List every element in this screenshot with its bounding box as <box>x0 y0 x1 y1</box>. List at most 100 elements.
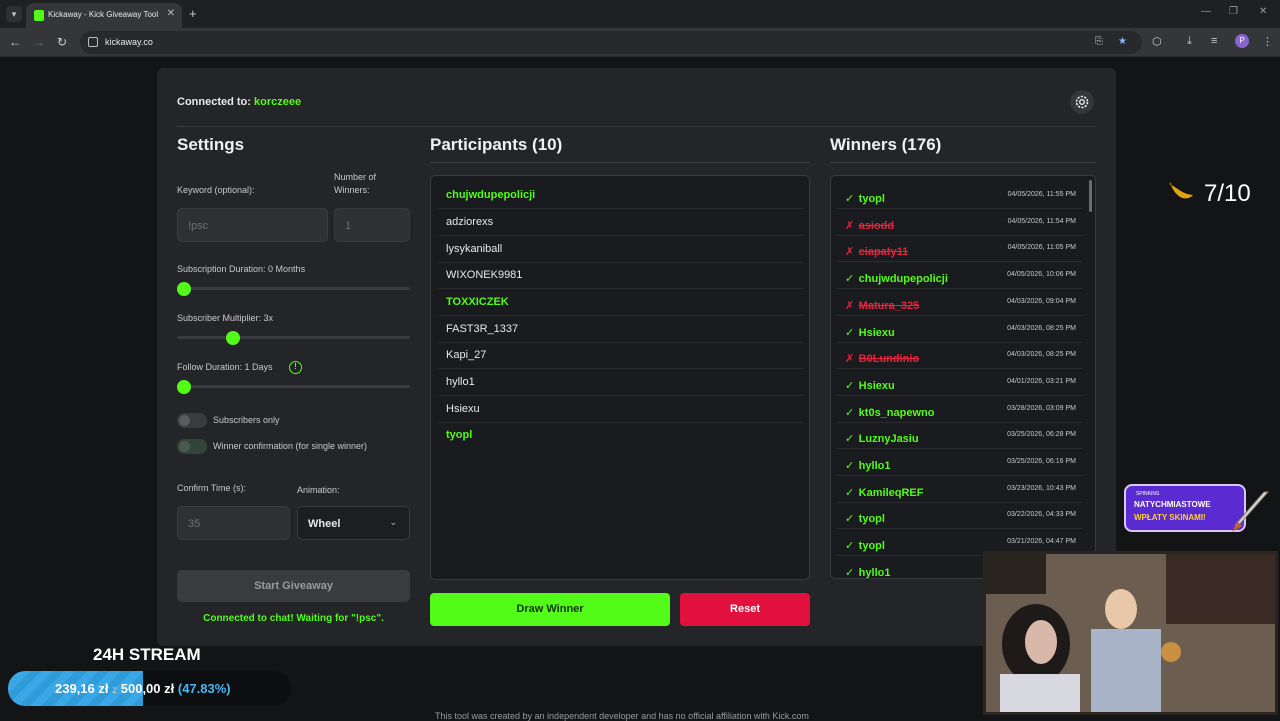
winner-date: 03/23/2026, 10:43 PM <box>1007 484 1076 492</box>
subscription-duration-thumb[interactable] <box>177 282 191 296</box>
winner-row: ✓ tyopl 04/05/2026, 11:55 PM <box>837 182 1082 209</box>
new-tab-icon[interactable]: + <box>189 6 197 21</box>
start-giveaway-button[interactable]: Start Giveaway <box>177 570 410 602</box>
maximize-icon[interactable]: ❐ <box>1229 6 1238 17</box>
chevron-down-icon: ⌄ <box>389 517 397 527</box>
tab-search-icon[interactable]: ▾ <box>6 6 22 22</box>
participant-row: WIXONEK9981 <box>439 262 803 289</box>
follow-duration-slider[interactable] <box>177 385 410 388</box>
subscription-duration-slider[interactable] <box>177 287 410 290</box>
draw-winner-button[interactable]: Draw Winner <box>430 593 670 626</box>
promo-line-2: WPŁATY SKINAMI! <box>1134 513 1206 522</box>
participants-list[interactable]: chujwdupepolicji adziorexs lysykaniball … <box>430 175 810 580</box>
reading-list-icon[interactable]: ≡ <box>1211 35 1217 47</box>
winner-confirmation-label: Winner confirmation (for single winner) <box>213 441 368 451</box>
winner-name: KamileqREF <box>858 486 924 499</box>
webcam-overlay <box>983 551 1278 715</box>
winners-scrollbar[interactable] <box>1089 180 1092 212</box>
tab-title: Kickaway - Kick Giveaway Tool <box>48 10 159 19</box>
reset-button[interactable]: Reset <box>680 593 810 626</box>
winner-date: 04/05/2026, 11:05 PM <box>1007 244 1076 252</box>
donation-percent: (47.83%) <box>177 681 231 696</box>
profile-avatar[interactable]: P <box>1235 34 1249 48</box>
toggle-knob <box>179 415 190 426</box>
winner-row: ✓ hyllo1 03/25/2026, 06:16 PM <box>837 449 1082 476</box>
reload-icon[interactable]: ↻ <box>57 35 67 49</box>
winner-date: 04/03/2026, 08:25 PM <box>1007 324 1076 332</box>
extensions-icon[interactable]: ⬡ <box>1152 35 1162 48</box>
winner-row: ✓ Hsiexu 04/01/2026, 03:21 PM <box>837 369 1082 396</box>
cross-icon: ✗ <box>845 299 855 312</box>
promo-line-1: NATYCHMIASTOWE <box>1134 500 1211 509</box>
animation-value: Wheel <box>308 518 341 530</box>
subscriber-multiplier-slider[interactable] <box>177 336 410 339</box>
winner-name: asiodd <box>858 219 895 232</box>
participant-row: Hsiexu <box>439 396 803 423</box>
winner-name: tyopl <box>858 513 885 526</box>
browser-tab[interactable]: Kickaway - Kick Giveaway Tool ✕ <box>26 3 182 28</box>
subscribers-only-toggle[interactable] <box>177 413 207 428</box>
counter-text: 7/10 <box>1204 180 1251 207</box>
keyword-label: Keyword (optional): <box>177 185 255 195</box>
webcam-image <box>986 554 1275 712</box>
check-icon: ✓ <box>845 406 855 419</box>
confirm-time-input[interactable]: 35 <box>177 506 290 540</box>
winner-row: ✓ KamileqREF 03/23/2026, 10:43 PM <box>837 476 1082 503</box>
winner-date: 03/25/2026, 06:16 PM <box>1007 458 1076 465</box>
animation-select[interactable]: Wheel ⌄ <box>297 506 410 540</box>
minimize-icon[interactable]: — <box>1201 6 1211 17</box>
participant-row: tyopl <box>446 429 473 441</box>
winner-name: B0Lundinio <box>858 353 920 366</box>
winner-date: 04/03/2026, 08:25 PM <box>1007 351 1076 359</box>
connection-status: Connected to: korczeee <box>177 96 301 108</box>
translate-icon[interactable]: ⎘ <box>1095 36 1103 47</box>
settings-gear-button[interactable] <box>1070 90 1094 114</box>
winners-count-input[interactable]: 1 <box>334 208 410 242</box>
keyword-input[interactable]: !psc <box>177 208 328 242</box>
download-icon[interactable]: ⤓ <box>1187 35 1192 48</box>
winners-list[interactable]: ✓ tyopl 04/05/2026, 11:55 PM ✗ asiodd 04/05… <box>830 175 1096 579</box>
check-icon: ✓ <box>845 326 855 339</box>
participant-row: Kapi_27 <box>439 342 803 369</box>
winner-name: Hsiexu <box>858 326 895 339</box>
winner-name: Matura_325 <box>858 299 920 312</box>
browser-toolbar: ← → ↻ kickaway.co ⎘ ★ ⬡ ⤓ ≡ P ⋮ <box>0 28 1280 57</box>
check-icon: ✓ <box>845 566 855 579</box>
winner-row: ✗ Matura_325 04/03/2026, 09:04 PM <box>837 289 1082 316</box>
back-icon[interactable]: ← <box>9 35 21 49</box>
winners-divider <box>830 162 1096 163</box>
check-icon: ✓ <box>845 193 855 205</box>
subscriber-multiplier-thumb[interactable] <box>226 331 240 345</box>
check-icon: ✓ <box>845 540 855 553</box>
animation-label: Animation: <box>297 485 340 495</box>
donation-current: 239,16 zł <box>55 681 109 696</box>
close-tab-icon[interactable]: ✕ <box>167 8 175 19</box>
participant-row: FAST3R_1337 <box>439 316 803 343</box>
follow-duration-label: Follow Duration: 1 Days <box>177 362 273 372</box>
close-window-icon[interactable]: ✕ <box>1259 6 1267 17</box>
forward-icon[interactable]: → <box>33 35 45 49</box>
participants-divider <box>430 162 810 163</box>
participant-row: chujwdupepolicji <box>439 182 803 209</box>
winner-row: ✓ Hsiexu 04/03/2026, 08:25 PM <box>837 316 1082 343</box>
gear-icon <box>1075 95 1089 109</box>
bookmark-star-icon[interactable]: ★ <box>1118 36 1127 47</box>
winner-name: tyopl <box>858 193 885 205</box>
menu-icon[interactable]: ⋮ <box>1262 35 1273 48</box>
confirm-time-label: Confirm Time (s): <box>177 483 247 493</box>
info-icon[interactable]: ! <box>289 361 302 374</box>
winner-date: 03/22/2026, 04:33 PM <box>1007 511 1076 519</box>
winner-date: 03/21/2026, 04:47 PM <box>1007 538 1076 546</box>
address-bar[interactable]: kickaway.co ⎘ ★ <box>80 31 1142 54</box>
site-info-icon[interactable] <box>88 37 98 47</box>
donation-separator: z <box>112 685 118 696</box>
browser-tab-bar: ▾ Kickaway - Kick Giveaway Tool ✕ + — ❐ … <box>0 0 1280 28</box>
url-text[interactable]: kickaway.co <box>105 37 153 47</box>
settings-title: Settings <box>177 135 245 154</box>
winner-name: tyopl <box>858 540 885 553</box>
cross-icon: ✗ <box>845 353 855 366</box>
winner-name: kt0s_napewno <box>858 406 935 419</box>
winner-confirmation-toggle[interactable] <box>177 439 207 454</box>
follow-duration-thumb[interactable] <box>177 380 191 394</box>
winner-name: hyllo1 <box>858 566 891 579</box>
